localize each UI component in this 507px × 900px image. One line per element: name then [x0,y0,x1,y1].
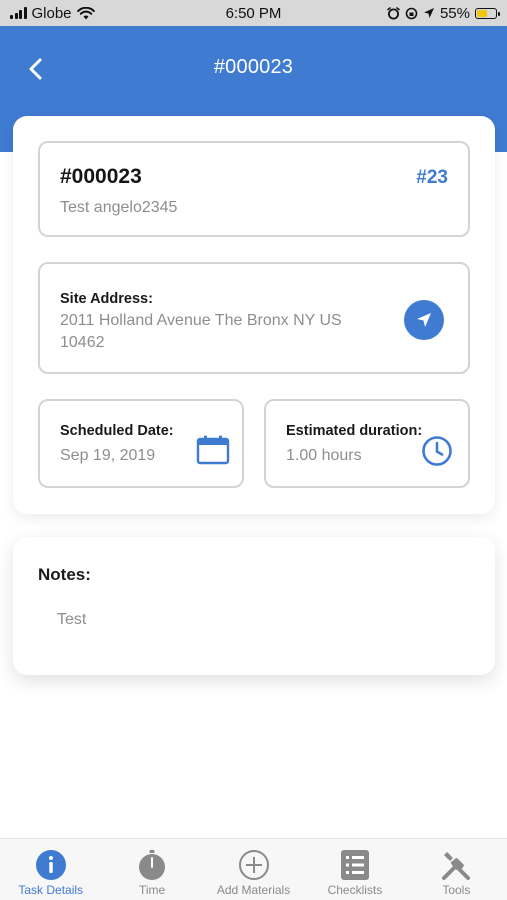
battery-fill [477,9,487,17]
notes-text: Test [57,611,87,628]
site-address-label: Site Address: [60,291,153,307]
scheduled-date-value: Sep 19, 2019 [60,447,156,464]
site-address-box: Site Address: 2011 Holland Avenue The Br… [38,262,470,374]
tab-time[interactable]: Time [101,839,202,900]
battery-percent: 55% [439,4,470,22]
location-arrow-icon [423,8,434,18]
navigation-arrow-icon [417,313,431,327]
site-address-value: 2011 Holland Avenue The Bronx NY US 1046… [60,312,342,351]
orientation-lock-icon [405,7,418,19]
scheduled-date-label: Scheduled Date: [60,423,174,439]
task-summary-box: #000023 #23 Test angelo2345 [38,141,470,237]
task-number: #23 [416,167,448,188]
estimated-duration-value: 1.00 hours [286,447,362,464]
add-circle-icon [237,848,271,882]
stopwatch-icon [135,848,169,882]
navigate-button[interactable] [404,300,444,340]
task-name: Test angelo2345 [60,199,178,216]
page-title: #000023 [213,56,294,78]
tab-task-details[interactable]: Task Details [0,839,101,900]
tab-label: Tools [442,883,471,897]
info-icon [34,848,68,882]
status-bar: Globe 6:50 PM 55% [0,0,507,26]
signal-icon [10,7,27,19]
status-left: Globe [10,5,95,22]
tab-label: Task Details [18,883,84,897]
status-right: 55% [387,4,500,22]
battery-icon [475,7,500,19]
scheduled-date-box: Scheduled Date: Sep 19, 2019 [38,399,244,488]
tab-label: Time [138,883,166,897]
tab-checklists[interactable]: Checklists [304,839,405,900]
tab-label: Add Materials [216,883,291,897]
estimated-duration-box: Estimated duration: 1.00 hours [264,399,470,488]
estimated-duration-label: Estimated duration: [286,423,423,439]
carrier-name: Globe [31,4,72,22]
notes-card: Notes: Test [13,537,495,675]
tab-add-materials[interactable]: Add Materials [203,839,304,900]
bottom-tab-bar: Task Details Time Add Materials Checklis… [0,838,507,900]
task-details-card: #000023 #23 Test angelo2345 Site Address… [13,116,495,514]
notes-label: Notes: [38,565,91,584]
alarm-icon [387,6,400,19]
clock-icon [422,436,452,466]
tab-label: Checklists [327,883,383,897]
task-id: #000023 [60,165,142,188]
calendar-icon[interactable] [196,435,230,465]
wifi-icon [76,6,95,19]
tools-icon [439,848,473,882]
checklist-icon [338,848,372,882]
tab-tools[interactable]: Tools [406,839,507,900]
